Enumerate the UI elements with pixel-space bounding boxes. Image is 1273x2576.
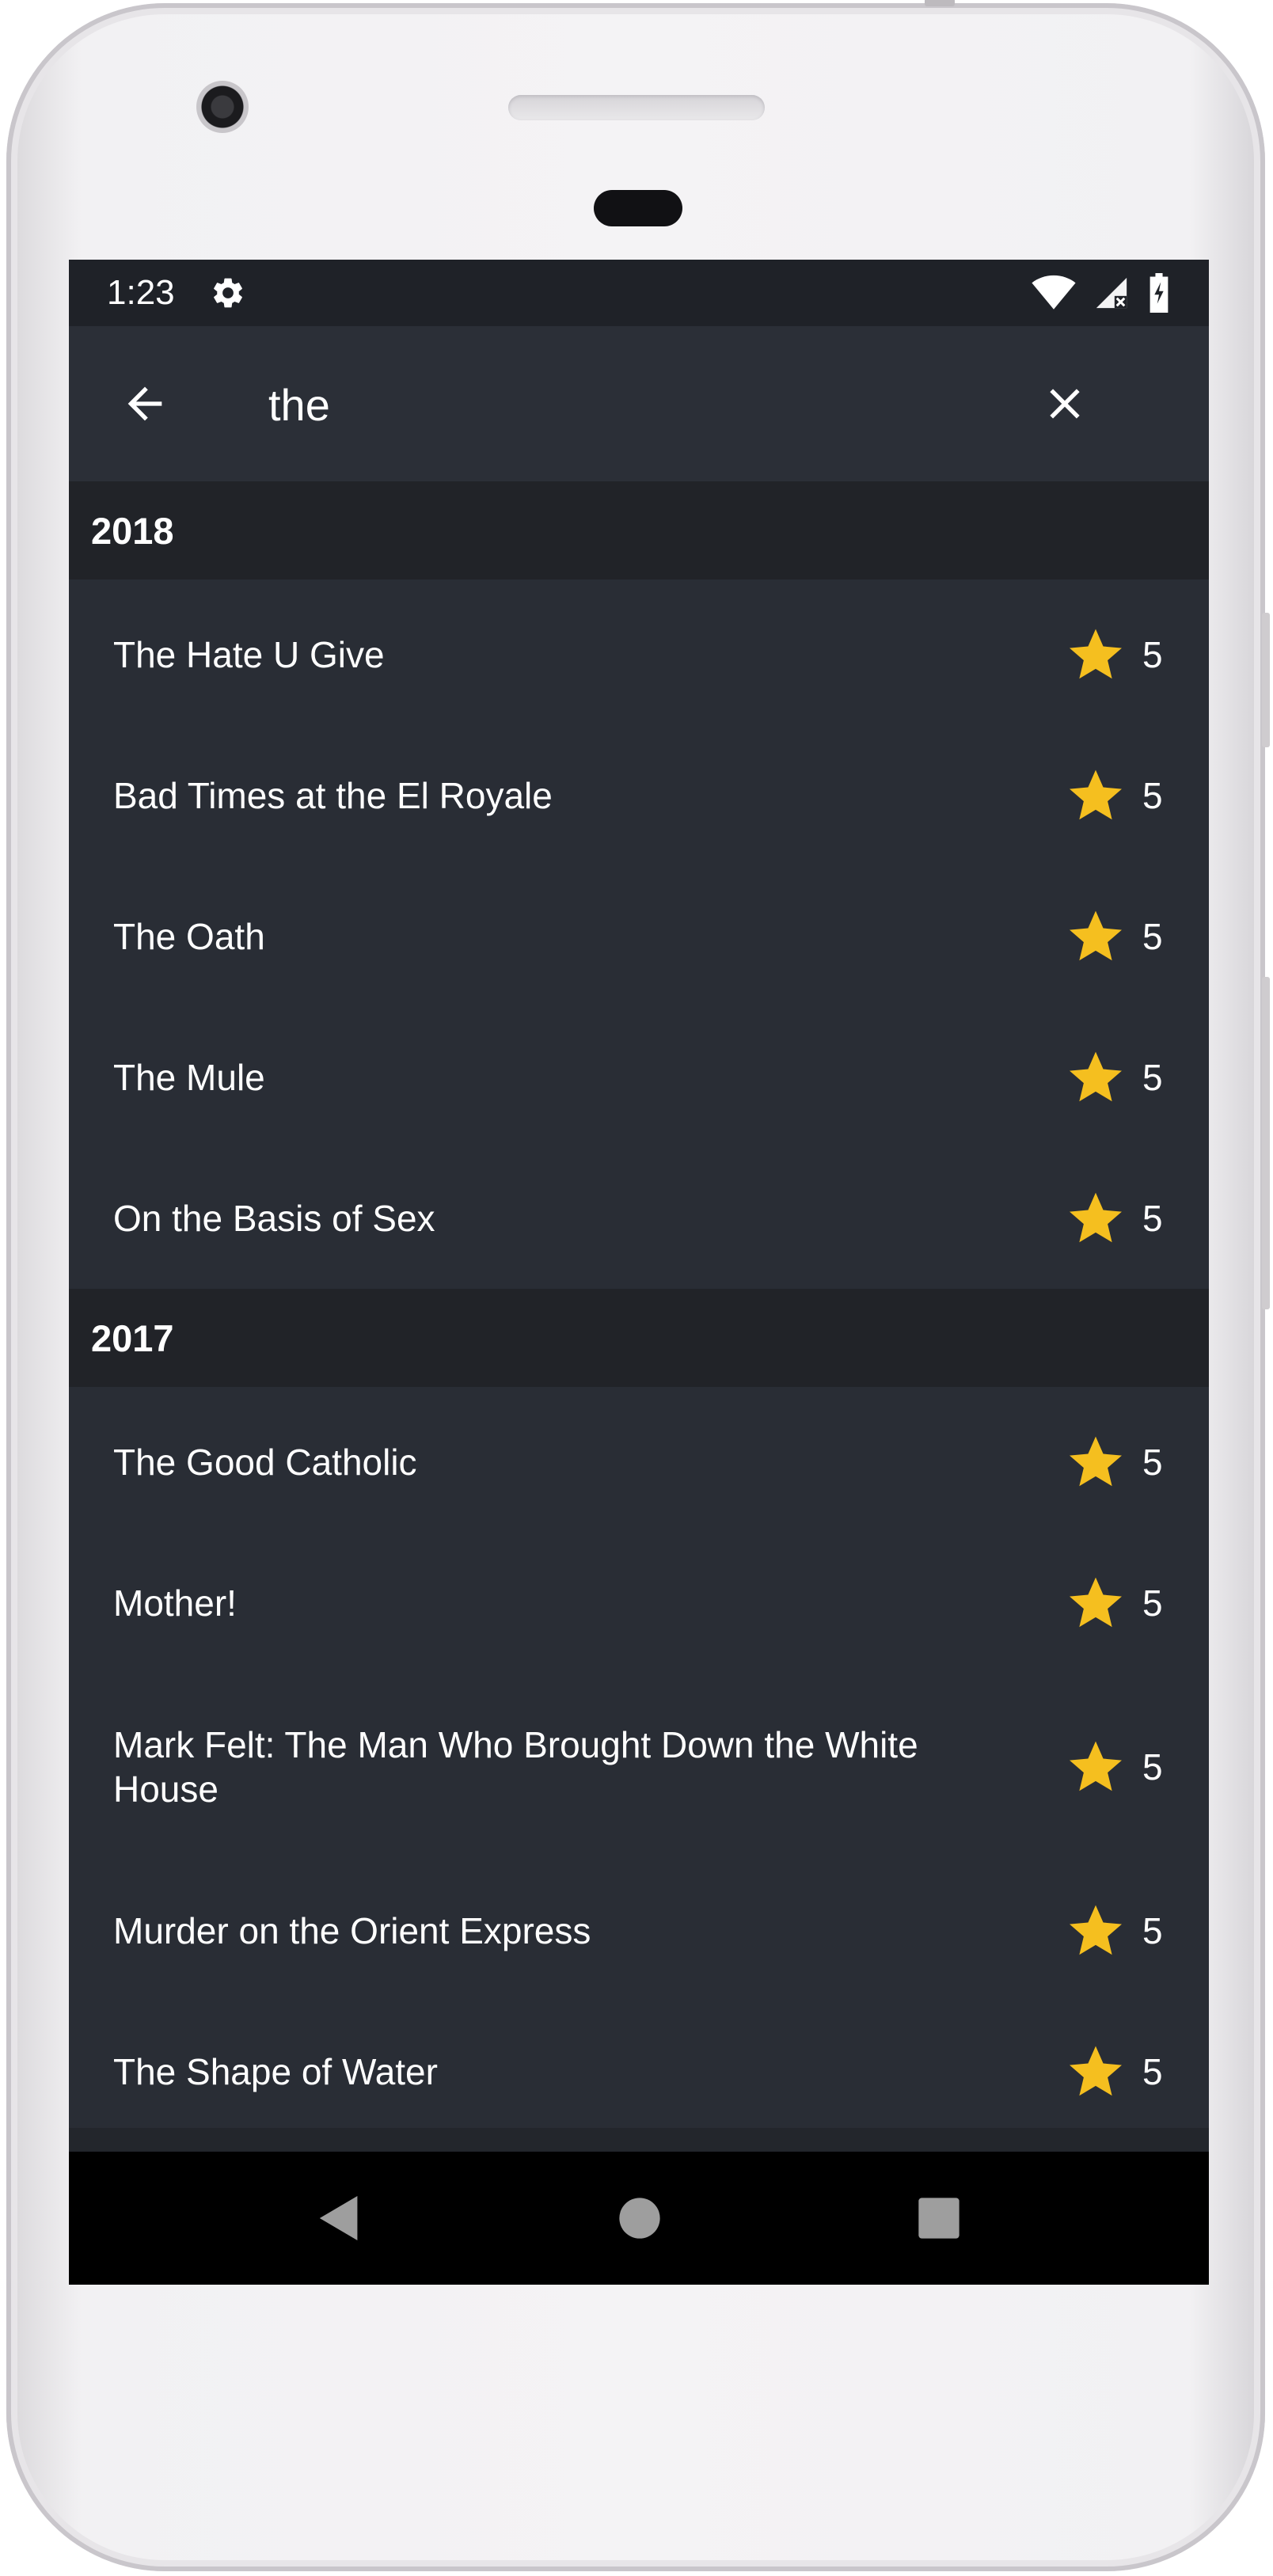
section-header-2017: 2017 (69, 1289, 1209, 1387)
clear-search-button[interactable] (1032, 370, 1098, 437)
list-item[interactable]: The Mule 5 (69, 1007, 1209, 1148)
rating-value: 5 (1142, 1057, 1163, 1098)
movie-rating: 5 (1066, 625, 1165, 684)
close-icon (1050, 389, 1080, 419)
phone-frame: 1:23 the 2018 The Hate U Give 5 Bad Time… (6, 0, 1270, 2571)
movie-title: The Oath (113, 916, 265, 957)
proximity-sensor (594, 190, 682, 226)
movie-title: Bad Times at the El Royale (113, 775, 553, 816)
movie-rating: 5 (1066, 1738, 1165, 1796)
star-icon (1070, 1192, 1122, 1243)
star-icon (1070, 1436, 1122, 1487)
movie-title: Mark Felt: The Man Who Brought Down the … (113, 1724, 918, 1810)
movie-title: The Mule (113, 1057, 265, 1098)
home-circle-icon[interactable] (618, 2197, 661, 2240)
top-button (925, 0, 955, 6)
movie-rating: 5 (1066, 1574, 1165, 1632)
star-icon (1070, 1905, 1122, 1955)
status-bar: 1:23 (69, 260, 1209, 326)
list-item[interactable]: Mother! 5 (69, 1533, 1209, 1674)
back-triangle-icon[interactable] (317, 2194, 362, 2243)
battery-icon (1150, 273, 1168, 313)
search-input[interactable]: the (268, 374, 330, 437)
search-app-bar: the (69, 326, 1209, 481)
list-item[interactable]: Mark Felt: The Man Who Brought Down the … (69, 1674, 1209, 1860)
arrow-back-icon (127, 386, 162, 421)
rating-value: 5 (1142, 634, 1163, 675)
settings-gear-icon (213, 278, 242, 308)
list-item[interactable]: Murder on the Orient Express 5 (69, 1860, 1209, 2001)
star-icon (1070, 2046, 1122, 2096)
results-list: 2018 The Hate U Give 5 Bad Times at the … (69, 481, 1209, 2142)
earpiece-speaker (508, 95, 765, 120)
star-icon (1070, 629, 1122, 679)
status-time: 1:23 (107, 273, 175, 312)
volume-rocker (1262, 977, 1270, 1309)
star-icon (1070, 1741, 1122, 1791)
movie-title: On the Basis of Sex (113, 1198, 435, 1239)
movie-rating: 5 (1066, 1189, 1165, 1248)
rating-value: 5 (1142, 1198, 1163, 1239)
rating-value: 5 (1142, 1442, 1163, 1483)
movie-rating: 5 (1066, 766, 1165, 825)
rating-value: 5 (1142, 1910, 1163, 1951)
movie-title: The Hate U Give (113, 634, 385, 675)
star-icon (1070, 910, 1122, 961)
movie-rating: 5 (1066, 2042, 1165, 2101)
section-header-2018: 2018 (69, 481, 1209, 579)
system-nav-bar (69, 2152, 1209, 2285)
list-item[interactable]: The Hate U Give 5 (69, 584, 1209, 725)
movie-title: Murder on the Orient Express (113, 1910, 591, 1951)
rating-value: 5 (1142, 916, 1163, 957)
star-icon (1070, 1577, 1122, 1628)
list-item[interactable]: The Oath 5 (69, 866, 1209, 1007)
list-item[interactable]: The Shape of Water 5 (69, 2001, 1209, 2142)
list-item[interactable]: Bad Times at the El Royale 5 (69, 725, 1209, 866)
rating-value: 5 (1142, 1746, 1163, 1788)
movie-rating: 5 (1066, 1048, 1165, 1107)
rating-value: 5 (1142, 1582, 1163, 1624)
movie-title: The Shape of Water (113, 2051, 438, 2092)
list-item[interactable]: On the Basis of Sex 5 (69, 1148, 1209, 1289)
side-button-upper (1262, 613, 1270, 747)
rating-value: 5 (1142, 2051, 1163, 2092)
star-icon (1070, 769, 1122, 820)
recents-square-icon[interactable] (918, 2197, 960, 2240)
wifi-icon (1032, 275, 1076, 310)
screen: 1:23 the 2018 The Hate U Give 5 Bad Time… (69, 260, 1209, 2285)
star-icon (1070, 1051, 1122, 1102)
movie-title: Mother! (113, 1582, 237, 1624)
movie-rating: 5 (1066, 907, 1165, 966)
rating-value: 5 (1142, 775, 1163, 816)
next-section-peek (69, 2128, 1209, 2152)
cell-signal-icon (1096, 277, 1127, 309)
movie-rating: 5 (1066, 1902, 1165, 1960)
movie-rating: 5 (1066, 1433, 1165, 1491)
list-item[interactable]: The Good Catholic 5 (69, 1392, 1209, 1533)
back-button[interactable] (113, 372, 177, 435)
front-camera (196, 81, 249, 133)
movie-title: The Good Catholic (113, 1442, 417, 1483)
